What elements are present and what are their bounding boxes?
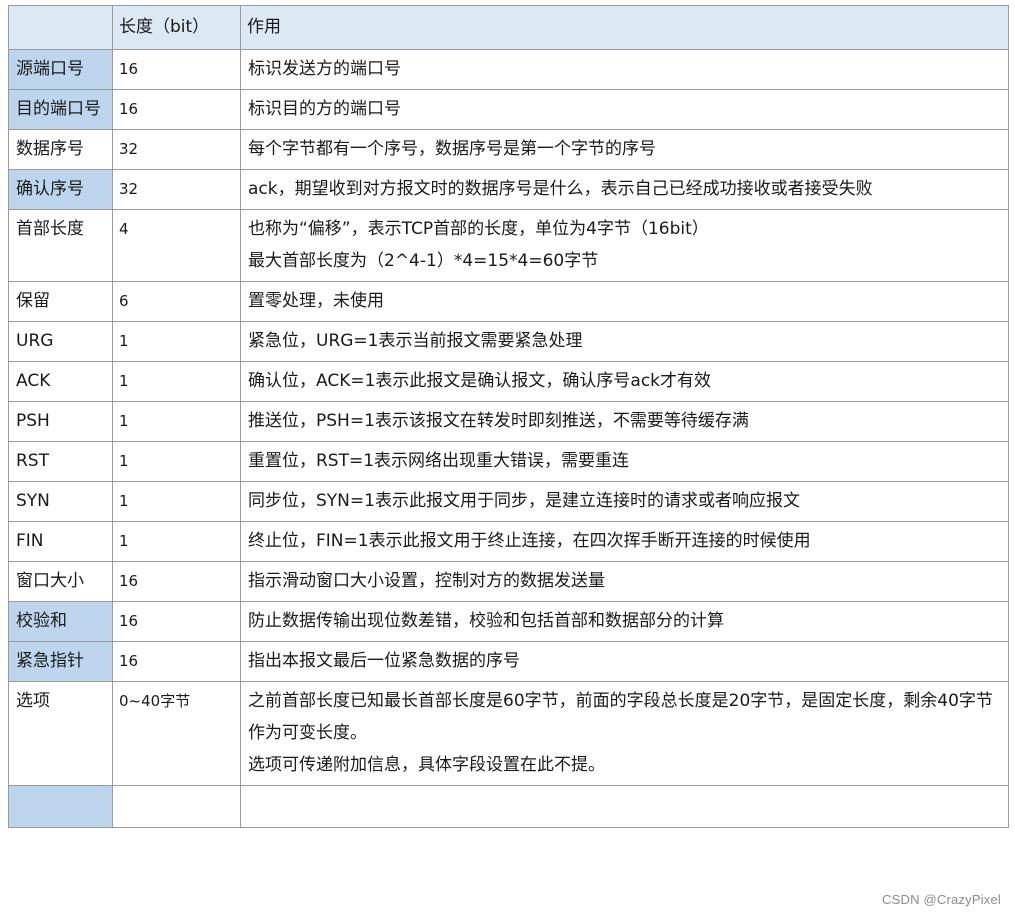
field-name-cell: 紧急指针 [8,641,113,682]
table-row: ACK 1 确认位，ACK=1表示此报文是确认报文，确认序号ack才有效 [8,361,1009,402]
field-purpose-cell: 确认位，ACK=1表示此报文是确认报文，确认序号ack才有效 [240,361,1009,402]
field-length-cell: 16 [112,89,241,130]
field-name-cell: 窗口大小 [8,561,113,602]
table-row: 目的端口号 16 标识目的方的端口号 [8,89,1009,130]
purpose-line: 确认位，ACK=1表示此报文是确认报文，确认序号ack才有效 [248,371,712,391]
purpose-line: 指出本报文最后一位紧急数据的序号 [248,651,520,671]
field-purpose-cell: 标识目的方的端口号 [240,89,1009,130]
field-length-cell: 16 [112,601,241,642]
field-name-cell: 首部长度 [8,209,113,282]
field-name-cell: 选项 [8,681,113,786]
table-row: 保留 6 置零处理，未使用 [8,281,1009,322]
field-purpose-cell: 紧急位，URG=1表示当前报文需要紧急处理 [240,321,1009,362]
purpose-line: 同步位，SYN=1表示此报文用于同步，是建立连接时的请求或者响应报文 [248,491,800,511]
purpose-line: 最大首部长度为（2^4-1）*4=15*4=60字节 [248,251,599,271]
table-row: FIN 1 终止位，FIN=1表示此报文用于终止连接，在四次挥手断开连接的时候使用 [8,521,1009,562]
field-purpose-cell: 每个字节都有一个序号，数据序号是第一个字节的序号 [240,129,1009,170]
table-body: 源端口号 16 标识发送方的端口号 目的端口号 16 标识目的方的端口号 数据序号 32 每个字… [8,49,1009,828]
field-name-cell: 目的端口号 [8,89,113,130]
purpose-line: 也称为“偏移”，表示TCP首部的长度，单位为4字节（16bit） [248,219,709,239]
purpose-line: 重置位，RST=1表示网络出现重大错误，需要重连 [248,451,630,471]
field-length-cell: 1 [112,361,241,402]
header-length: 长度（bit） [112,5,241,50]
table-row: 选项 0~40字节 之前首部长度已知最长首部长度是60字节，前面的字段总长度是20字… [8,681,1009,786]
field-name-cell: 源端口号 [8,49,113,90]
header-purpose: 作用 [240,5,1009,50]
table-header: 长度（bit） 作用 [8,5,1009,50]
field-purpose-cell [240,785,1009,828]
field-purpose-cell: 终止位，FIN=1表示此报文用于终止连接，在四次挥手断开连接的时候使用 [240,521,1009,562]
purpose-line: 标识发送方的端口号 [248,59,401,79]
field-purpose-cell: 标识发送方的端口号 [240,49,1009,90]
field-name-cell: 确认序号 [8,169,113,210]
field-purpose-cell: 之前首部长度已知最长首部长度是60字节，前面的字段总长度是20字节，是固定长度，… [240,681,1009,786]
purpose-line: 推送位，PSH=1表示该报文在转发时即刻推送，不需要等待缓存满 [248,411,749,431]
table-row: 紧急指针 16 指出本报文最后一位紧急数据的序号 [8,641,1009,682]
field-length-cell: 16 [112,561,241,602]
table-row: 数据序号 32 每个字节都有一个序号，数据序号是第一个字节的序号 [8,129,1009,170]
purpose-line: 指示滑动窗口大小设置，控制对方的数据发送量 [248,571,605,591]
field-length-cell: 1 [112,481,241,522]
field-name-cell: FIN [8,521,113,562]
field-name-cell [8,785,113,828]
purpose-line: 之前首部长度已知最长首部长度是60字节，前面的字段总长度是20字节，是固定长度，… [248,691,993,743]
field-length-cell: 1 [112,521,241,562]
table-row: 窗口大小 16 指示滑动窗口大小设置，控制对方的数据发送量 [8,561,1009,602]
field-length-cell: 6 [112,281,241,322]
field-name-cell: 数据序号 [8,129,113,170]
field-purpose-cell: 防止数据传输出现位数差错，校验和包括首部和数据部分的计算 [240,601,1009,642]
field-length-cell [112,785,241,828]
table-row: 首部长度 4 也称为“偏移”，表示TCP首部的长度，单位为4字节（16bit） 最大首… [8,209,1009,282]
table-row: PSH 1 推送位，PSH=1表示该报文在转发时即刻推送，不需要等待缓存满 [8,401,1009,442]
field-purpose-cell: 指示滑动窗口大小设置，控制对方的数据发送量 [240,561,1009,602]
purpose-line: 标识目的方的端口号 [248,99,401,119]
field-length-cell: 1 [112,321,241,362]
purpose-line: 选项可传递附加信息，具体字段设置在此不提。 [248,755,605,775]
field-purpose-cell: ack，期望收到对方报文时的数据序号是什么，表示自己已经成功接收或者接受失败 [240,169,1009,210]
field-length-cell: 32 [112,169,241,210]
field-name-cell: RST [8,441,113,482]
table-row [8,785,1009,828]
field-purpose-cell: 推送位，PSH=1表示该报文在转发时即刻推送，不需要等待缓存满 [240,401,1009,442]
purpose-line: 每个字节都有一个序号，数据序号是第一个字节的序号 [248,139,656,159]
field-length-cell: 1 [112,401,241,442]
header-field [8,5,113,50]
field-name-cell: 校验和 [8,601,113,642]
csdn-watermark: CSDN @CrazyPixel [882,892,1001,907]
table-row: 源端口号 16 标识发送方的端口号 [8,49,1009,90]
field-length-cell: 16 [112,641,241,682]
field-name-cell: SYN [8,481,113,522]
field-length-cell: 32 [112,129,241,170]
tcp-header-fields-table: 长度（bit） 作用 源端口号 16 标识发送方的端口号 目的端口号 16 标识目的方的端… [8,5,1009,828]
table-row: SYN 1 同步位，SYN=1表示此报文用于同步，是建立连接时的请求或者响应报文 [8,481,1009,522]
field-purpose-cell: 重置位，RST=1表示网络出现重大错误，需要重连 [240,441,1009,482]
purpose-line: 终止位，FIN=1表示此报文用于终止连接，在四次挥手断开连接的时候使用 [248,531,811,551]
field-purpose-cell: 也称为“偏移”，表示TCP首部的长度，单位为4字节（16bit） 最大首部长度为（… [240,209,1009,282]
field-name-cell: 保留 [8,281,113,322]
purpose-line: ack，期望收到对方报文时的数据序号是什么，表示自己已经成功接收或者接受失败 [248,179,873,199]
table-header-row: 长度（bit） 作用 [8,5,1009,50]
field-length-cell: 16 [112,49,241,90]
purpose-line: 防止数据传输出现位数差错，校验和包括首部和数据部分的计算 [248,611,724,631]
purpose-line: 紧急位，URG=1表示当前报文需要紧急处理 [248,331,583,351]
field-name-cell: URG [8,321,113,362]
field-length-cell: 4 [112,209,241,282]
table-row: RST 1 重置位，RST=1表示网络出现重大错误，需要重连 [8,441,1009,482]
purpose-line: 置零处理，未使用 [248,291,384,311]
table-row: 确认序号 32 ack，期望收到对方报文时的数据序号是什么，表示自己已经成功接收或者… [8,169,1009,210]
field-purpose-cell: 指出本报文最后一位紧急数据的序号 [240,641,1009,682]
field-name-cell: PSH [8,401,113,442]
field-name-cell: ACK [8,361,113,402]
field-length-cell: 0~40字节 [112,681,241,786]
table-row: 校验和 16 防止数据传输出现位数差错，校验和包括首部和数据部分的计算 [8,601,1009,642]
table-row: URG 1 紧急位，URG=1表示当前报文需要紧急处理 [8,321,1009,362]
field-purpose-cell: 同步位，SYN=1表示此报文用于同步，是建立连接时的请求或者响应报文 [240,481,1009,522]
field-purpose-cell: 置零处理，未使用 [240,281,1009,322]
field-length-cell: 1 [112,441,241,482]
